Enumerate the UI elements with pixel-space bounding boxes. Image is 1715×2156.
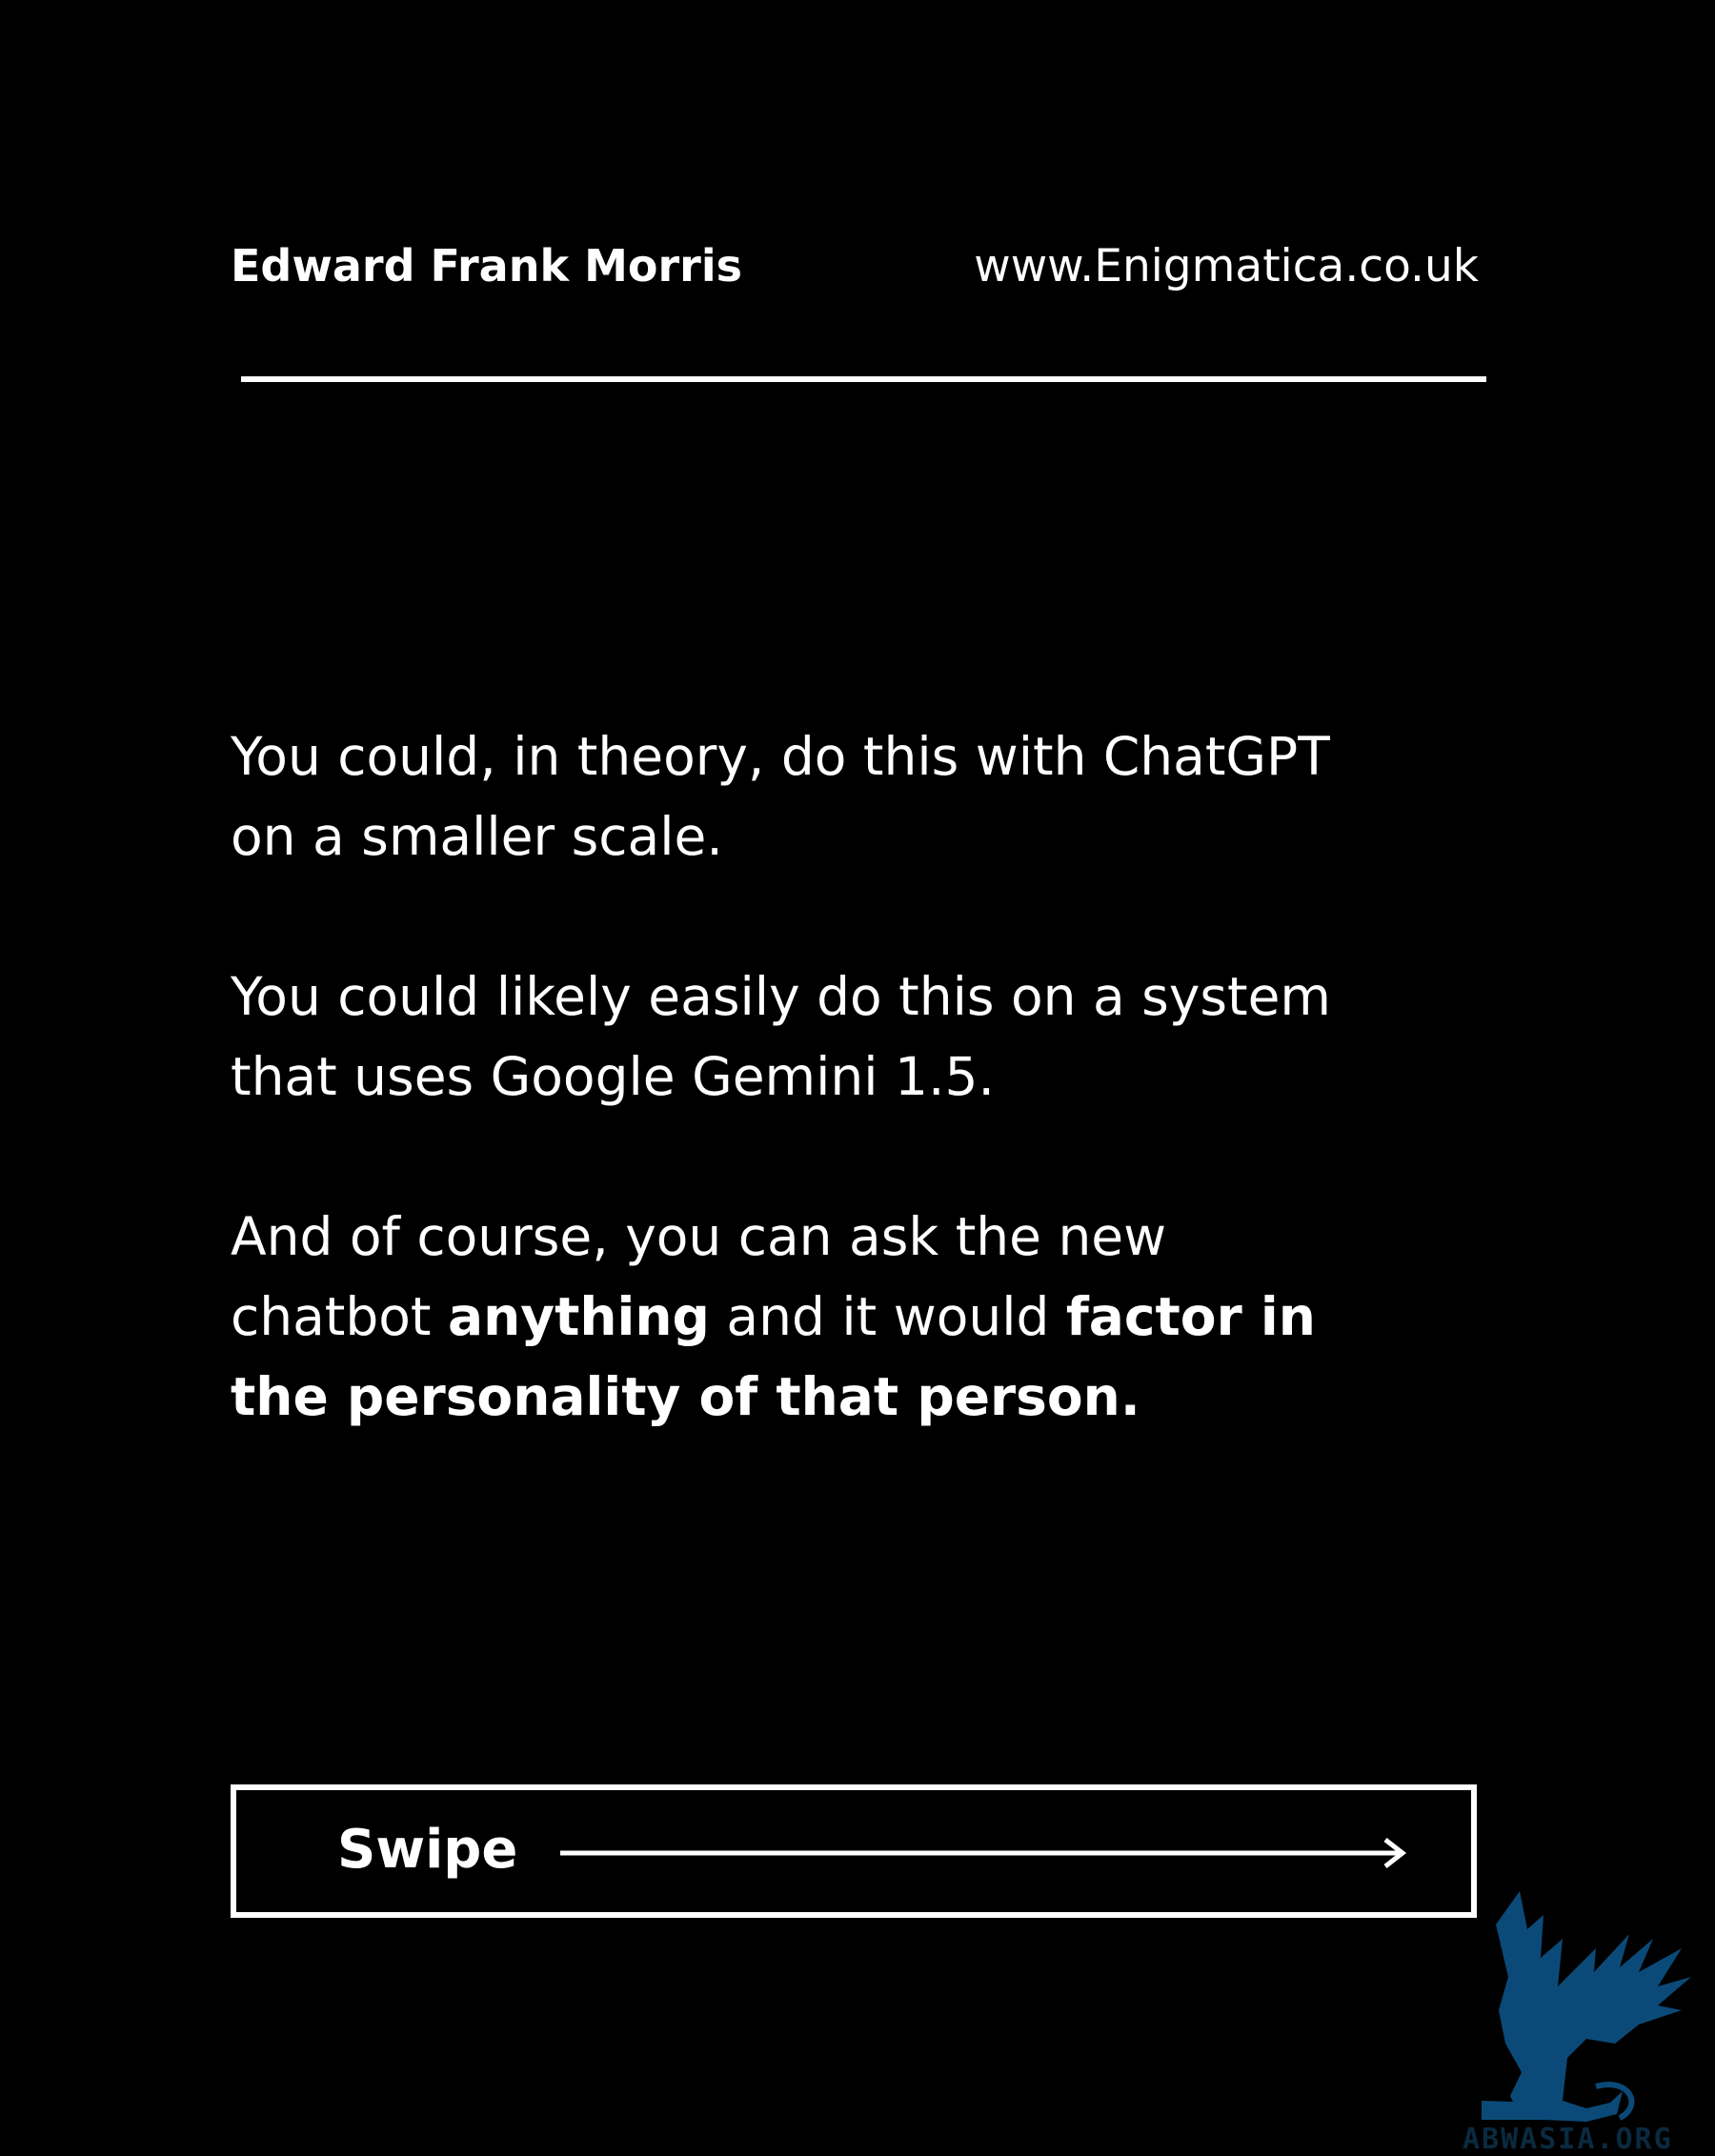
paragraph-2: You could likely easily do this on a sys… [231,957,1412,1117]
paragraph-3-line-1: And of course, you can ask the new [231,1206,1167,1267]
paragraph-1-line-1: You could, in theory, do this with ChatG… [231,726,1330,787]
emphasis-anything: anything [447,1286,710,1347]
swipe-label: Swipe [337,1819,518,1881]
paragraph-3-line-2: chatbot anything and it would factor in [231,1277,1412,1357]
emphasis-factor-in: factor in [1065,1286,1316,1347]
arrow-right-icon [560,1838,1407,1868]
watermark-text: ABWASIA.ORG [1463,2123,1673,2156]
header-divider [241,376,1486,382]
text-chatbot: chatbot [231,1286,448,1347]
author-name: Edward Frank Morris [231,240,742,292]
paragraph-1: You could, in theory, do this with ChatG… [231,716,1412,877]
griffin-logo-icon [1482,1891,1691,2122]
swipe-button[interactable]: Swipe [231,1784,1477,1918]
text-and-it-would: and it would [709,1286,1066,1347]
paragraph-2-line-1: You could likely easily do this on a sys… [231,966,1331,1027]
paragraph-1-line-2: on a smaller scale. [231,806,723,867]
paragraph-2-line-2: that uses Google Gemini 1.5. [231,1046,995,1107]
body-text: You could, in theory, do this with ChatG… [231,716,1412,1517]
website-link[interactable]: www.Enigmatica.co.uk [974,240,1479,292]
paragraph-3-line-3: the personality of that person. [231,1366,1140,1427]
paragraph-3: And of course, you can ask the new chatb… [231,1197,1412,1437]
